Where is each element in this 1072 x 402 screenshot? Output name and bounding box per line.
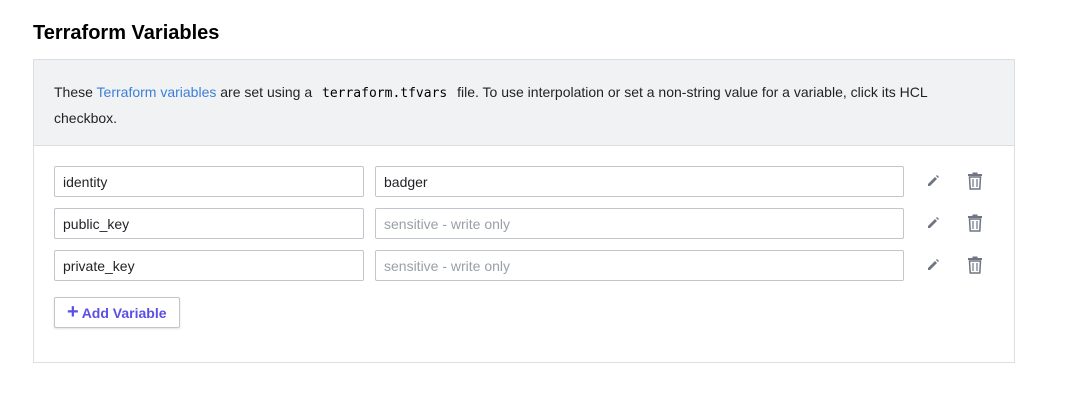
edit-variable-button[interactable] (922, 212, 944, 234)
variable-key-input[interactable] (54, 250, 364, 281)
delete-variable-button[interactable] (964, 170, 986, 192)
pencil-icon (928, 259, 939, 270)
variable-value-input[interactable] (375, 208, 904, 239)
info-middle: are set using a (216, 84, 316, 100)
info-prefix: These (54, 84, 97, 100)
variable-row (54, 208, 996, 239)
edit-variable-button[interactable] (922, 254, 944, 276)
add-variable-label: Add Variable (81, 304, 167, 321)
trash-icon (968, 214, 982, 232)
delete-variable-button[interactable] (964, 254, 986, 276)
pencil-icon (928, 175, 939, 186)
variable-key-input[interactable] (54, 208, 364, 239)
variables-panel: These Terraform variables are set using … (33, 59, 1015, 363)
variable-row (54, 250, 996, 281)
terraform-variables-link[interactable]: Terraform variables (97, 84, 217, 100)
pencil-icon (928, 217, 939, 228)
section-title: Terraform Variables (33, 22, 220, 44)
trash-icon (968, 172, 982, 190)
add-variable-button[interactable]: + Add Variable (54, 297, 180, 328)
variable-value-input[interactable] (375, 166, 904, 197)
terraform-variables-page: Terraform Variables These Terraform vari… (0, 0, 1072, 402)
edit-variable-button[interactable] (922, 170, 944, 192)
variable-key-input[interactable] (54, 166, 364, 197)
trash-icon (968, 256, 982, 274)
plus-icon: + (67, 300, 79, 323)
variable-list (54, 166, 996, 292)
delete-variable-button[interactable] (964, 212, 986, 234)
tfvars-filename: terraform.tfvars (322, 86, 448, 101)
variable-row (54, 166, 996, 197)
variable-value-input[interactable] (375, 250, 904, 281)
info-banner: These Terraform variables are set using … (34, 60, 1014, 146)
